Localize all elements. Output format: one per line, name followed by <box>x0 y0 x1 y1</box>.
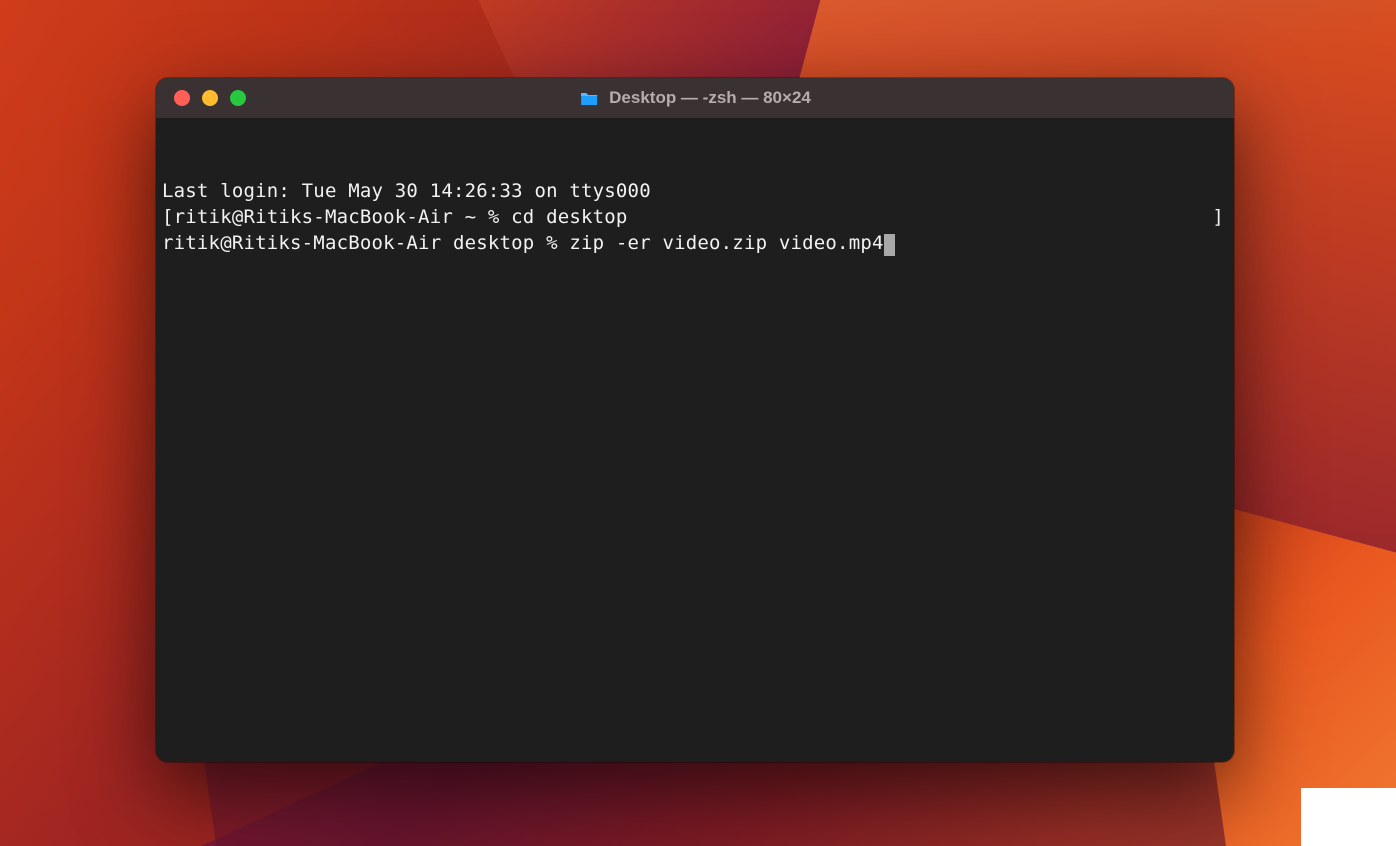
terminal-prompt-line: [ritik@Ritiks-MacBook-Air ~ % cd desktop… <box>162 205 1228 231</box>
minimize-button[interactable] <box>202 90 218 106</box>
corner-overlay <box>1301 788 1396 846</box>
bracket-open: [ <box>162 206 174 228</box>
terminal-current-line: ritik@Ritiks-MacBook-Air desktop % zip -… <box>162 231 1228 257</box>
window-titlebar[interactable]: Desktop — -zsh — 80×24 <box>156 78 1234 118</box>
traffic-lights <box>174 90 246 106</box>
terminal-command-text: ritik@Ritiks-MacBook-Air desktop % zip -… <box>162 232 884 254</box>
close-button[interactable] <box>174 90 190 106</box>
terminal-output-line: Last login: Tue May 30 14:26:33 on ttys0… <box>162 179 1228 205</box>
terminal-command-text: ritik@Ritiks-MacBook-Air ~ % cd desktop <box>174 206 628 228</box>
cursor <box>884 234 895 256</box>
window-title-text: Desktop — -zsh — 80×24 <box>609 88 811 108</box>
bracket-close: ] <box>1212 205 1228 231</box>
window-title: Desktop — -zsh — 80×24 <box>579 88 811 108</box>
terminal-content[interactable]: Last login: Tue May 30 14:26:33 on ttys0… <box>156 118 1234 762</box>
terminal-window: Desktop — -zsh — 80×24 Last login: Tue M… <box>156 78 1234 762</box>
folder-icon <box>579 90 599 106</box>
maximize-button[interactable] <box>230 90 246 106</box>
